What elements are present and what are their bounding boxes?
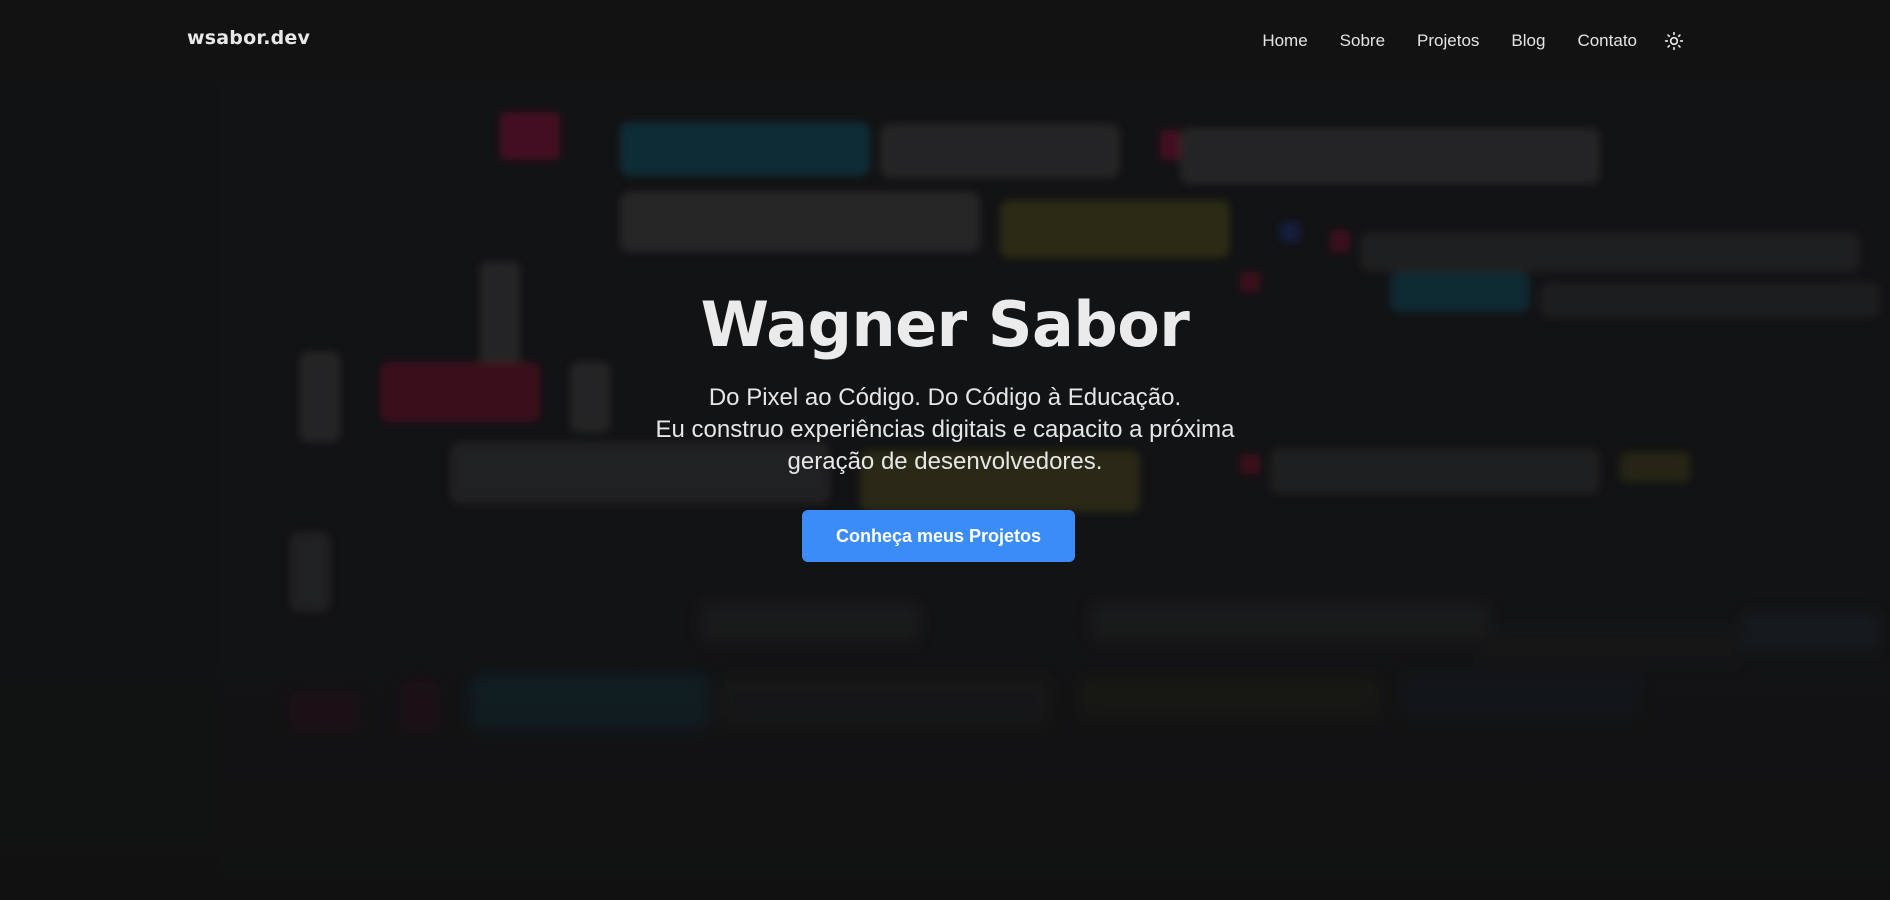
navbar: wsabor.dev Home Sobre Projetos Blog Cont… <box>0 0 1890 82</box>
nav-link-home[interactable]: Home <box>1262 31 1307 51</box>
nav-link-sobre[interactable]: Sobre <box>1340 31 1385 51</box>
nav-link-contato[interactable]: Contato <box>1577 31 1637 51</box>
hero-section: Wagner Sabor Do Pixel ao Código. Do Códi… <box>0 0 1890 900</box>
hero-subtitle-line: Eu construo experiências digitais e capa… <box>655 416 1235 443</box>
brand-logo-link[interactable]: wsabor.dev <box>187 27 310 49</box>
hero-subtitle-line: geração de desenvolvedores. <box>787 448 1103 475</box>
hero-title: Wagner Sabor <box>700 288 1190 361</box>
projects-cta-button[interactable]: Conheça meus Projetos <box>802 510 1075 562</box>
main-nav: Home Sobre Projetos Blog Contato <box>1230 0 1685 82</box>
sun-icon <box>1664 31 1684 51</box>
hero-subtitle-line: Do Pixel ao Código. Do Código à Educação… <box>708 384 1182 411</box>
nav-link-projetos[interactable]: Projetos <box>1417 31 1479 51</box>
page: wsabor.dev Home Sobre Projetos Blog Cont… <box>0 0 1890 900</box>
theme-toggle-button[interactable] <box>1663 30 1685 52</box>
nav-link-blog[interactable]: Blog <box>1511 31 1545 51</box>
hero-subtitle: Do Pixel ao Código. Do Código à Educação… <box>0 382 1890 478</box>
